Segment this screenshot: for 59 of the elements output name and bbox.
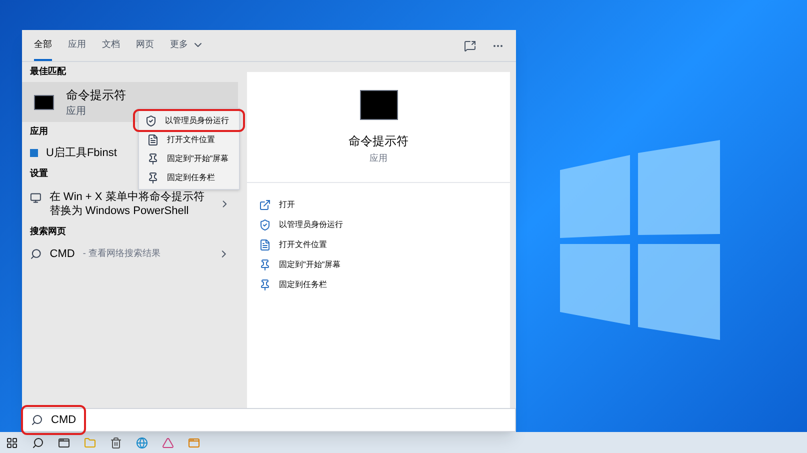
section-heading: 最佳匹配 — [30, 65, 66, 78]
filter-tab[interactable]: 更多 — [170, 30, 204, 61]
menu-item-label: 固定到任务栏 — [167, 172, 215, 184]
filter-tab[interactable]: 全部 — [34, 30, 52, 61]
menu-item[interactable]: 固定到"开始"屏幕 — [139, 149, 239, 168]
action-item[interactable]: 固定到任务栏 — [259, 274, 498, 294]
section-heading: 搜索网页 — [30, 225, 66, 238]
start-icon[interactable] — [6, 436, 18, 448]
terminal-icon — [34, 94, 54, 110]
menu-item[interactable]: 固定到任务栏 — [139, 168, 239, 187]
terminal-icon — [360, 90, 398, 120]
preview-title: 命令提示符 — [348, 133, 408, 150]
section-heading: 设置 — [30, 167, 48, 180]
task-view-icon[interactable] — [58, 436, 70, 448]
section-heading: 应用 — [30, 125, 48, 138]
filter-tab[interactable]: 文档 — [102, 30, 120, 61]
action-label: 打开文件位置 — [279, 238, 327, 250]
filter-tab[interactable]: 应用 — [68, 30, 86, 61]
action-item[interactable]: 打开 — [259, 194, 498, 214]
action-label: 以管理员身份运行 — [279, 218, 343, 230]
open-icon — [259, 198, 271, 210]
feedback-icon[interactable] — [464, 40, 476, 52]
pin-icon — [259, 278, 271, 290]
document-icon — [259, 238, 271, 250]
action-item[interactable]: 以管理员身份运行 — [259, 214, 498, 234]
result-item[interactable]: 在 Win + X 菜单中将命令提示符替换为 Windows PowerShell — [22, 184, 238, 222]
monitor-icon — [30, 192, 42, 204]
search-field[interactable]: CMD — [22, 408, 516, 432]
document-icon — [147, 134, 159, 146]
result-subtitle: 应用 — [66, 104, 87, 118]
pin-icon — [147, 152, 159, 164]
pin-icon — [259, 258, 271, 270]
result-subtitle: - 查看网络搜索结果 — [82, 247, 162, 260]
triangle-icon[interactable] — [162, 436, 174, 448]
preview-subtitle: 应用 — [370, 152, 388, 165]
result-title: CMD — [50, 246, 75, 262]
action-label: 固定到"开始"屏幕 — [279, 258, 341, 270]
search-value: CMD — [51, 412, 76, 428]
action-item[interactable]: 固定到"开始"屏幕 — [259, 254, 498, 274]
result-title: U启工具Fbinst — [46, 146, 117, 161]
result-title: 在 Win + X 菜单中将命令提示符替换为 Windows PowerShell — [49, 190, 206, 218]
menu-item-label: 打开文件位置 — [167, 134, 215, 146]
pin-icon — [147, 172, 159, 184]
shield-icon — [145, 114, 157, 126]
result-title: 命令提示符 — [66, 86, 126, 104]
action-label: 打开 — [279, 198, 295, 210]
app-icon — [30, 149, 38, 157]
action-item[interactable]: 打开文件位置 — [259, 234, 498, 254]
filter-tab[interactable]: 网页 — [136, 30, 154, 61]
bin-icon[interactable] — [110, 436, 122, 448]
result-item[interactable]: CMD - 查看网络搜索结果 — [22, 242, 238, 266]
menu-item-label: 固定到"开始"屏幕 — [167, 152, 229, 164]
search-icon — [31, 414, 43, 426]
search-icon[interactable] — [32, 436, 44, 448]
shield-icon — [259, 218, 271, 230]
menu-item[interactable]: 打开文件位置 — [139, 130, 239, 149]
search-icon — [30, 248, 42, 260]
browser-icon[interactable] — [136, 436, 148, 448]
action-label: 固定到任务栏 — [279, 278, 327, 290]
